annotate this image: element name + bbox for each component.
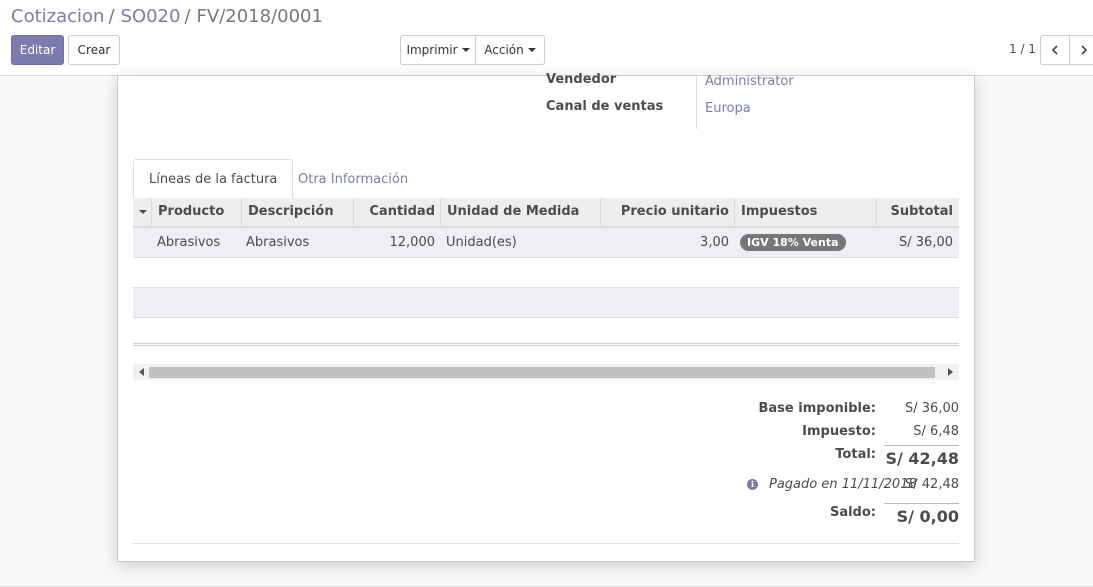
amount-due-value: S/ 0,00: [896, 507, 959, 526]
total-divider: [884, 445, 959, 446]
sales-channel-value[interactable]: Europa: [705, 101, 751, 116]
chevron-right-icon: [1081, 45, 1088, 55]
form-view: Vendedor Administrator Canal de ventas E…: [0, 72, 1093, 587]
untaxed-amount-label: Base imponible:: [758, 401, 877, 416]
sheet-bottom-divider: [133, 543, 959, 544]
table-row-empty: [133, 288, 959, 318]
untaxed-amount-value: S/ 36,00: [905, 401, 959, 416]
info-circle-icon[interactable]: i: [747, 479, 758, 490]
column-header-description[interactable]: Descripción: [241, 198, 354, 226]
sales-channel-label: Canal de ventas: [546, 99, 664, 114]
pager-value[interactable]: 1 / 1: [1009, 42, 1036, 56]
table-header: Producto Descripción Cantidad Unidad de …: [133, 198, 959, 228]
salesperson-label: Vendedor: [546, 72, 617, 87]
pager-previous-button[interactable]: [1040, 35, 1070, 65]
salesperson-value[interactable]: Administrator: [705, 74, 794, 89]
column-header-subtotal[interactable]: Subtotal: [876, 198, 959, 226]
column-header-unit-price[interactable]: Precio unitario: [600, 198, 735, 226]
column-header-uom[interactable]: Unidad de Medida: [440, 198, 601, 226]
table-horizontal-scrollbar[interactable]: [133, 364, 959, 380]
breadcrumb-item-so020[interactable]: SO020: [121, 6, 181, 27]
tab-invoice-lines[interactable]: Líneas de la factura: [133, 159, 294, 200]
cell-taxes: IGV 18% Venta: [734, 228, 877, 257]
breadcrumb-item-cotizacion[interactable]: Cotizacion: [11, 6, 104, 27]
breadcrumb: Cotizacion / SO020/FV/2018/0001: [11, 6, 323, 27]
chevron-left-icon: [1051, 45, 1058, 55]
total-value: S/ 42,48: [885, 449, 959, 468]
pager-next-button[interactable]: [1069, 35, 1093, 65]
table-footer: [133, 318, 959, 346]
total-label: Total:: [835, 447, 876, 462]
scroll-left-icon[interactable]: [139, 368, 144, 376]
create-button[interactable]: Crear: [68, 35, 120, 65]
control-panel: Cotizacion / SO020/FV/2018/0001 Editar Cre…: [0, 0, 1093, 76]
notebook-tabs: Líneas de la factura Otra Información: [133, 159, 959, 200]
breadcrumb-separator: /: [184, 6, 191, 27]
table-row-empty: [133, 258, 959, 288]
tab-label: Otra Información: [298, 171, 409, 187]
cell-product: Abrasivos: [157, 235, 221, 250]
create-button-label: Crear: [77, 43, 111, 57]
tab-other-info[interactable]: Otra Información: [283, 159, 423, 199]
edit-button[interactable]: Editar: [11, 35, 64, 65]
cell-description: Abrasivos: [246, 235, 310, 250]
caret-down-icon[interactable]: [133, 198, 153, 226]
scrollbar-thumb[interactable]: [149, 367, 935, 378]
table-row[interactable]: Abrasivos Abrasivos 12,000 Unidad(es) 3,…: [133, 228, 959, 258]
column-header-quantity[interactable]: Cantidad: [353, 198, 441, 226]
tax-amount-label: Impuesto:: [802, 424, 876, 439]
scroll-right-icon[interactable]: [948, 368, 953, 376]
cell-subtotal: S/ 36,00: [899, 235, 953, 250]
column-header-product[interactable]: Producto: [151, 198, 241, 226]
payment-amount-value: S/ 42,48: [905, 477, 959, 492]
tab-label: Líneas de la factura: [149, 172, 278, 187]
action-dropdown-button[interactable]: Acción: [475, 35, 545, 65]
cell-uom: Unidad(es): [446, 235, 517, 250]
breadcrumb-item-active: FV/2018/0001: [196, 6, 323, 27]
field-divider: [696, 76, 697, 129]
breadcrumb-separator: /: [108, 6, 115, 27]
column-header-taxes[interactable]: Impuestos: [734, 198, 877, 226]
balance-divider: [884, 503, 959, 504]
tax-badge: IGV 18% Venta: [740, 234, 846, 251]
cell-quantity: 12,000: [389, 235, 436, 250]
cell-unit-price: 3,00: [700, 235, 729, 250]
print-button-label: Imprimir: [406, 43, 458, 57]
tax-amount-value: S/ 6,48: [913, 424, 959, 439]
caret-down-icon: [527, 48, 536, 52]
edit-button-label: Editar: [19, 43, 56, 57]
amount-due-label: Saldo:: [829, 505, 876, 520]
caret-down-icon: [461, 48, 470, 52]
action-button-label: Acción: [484, 43, 524, 57]
print-dropdown-button[interactable]: Imprimir: [400, 35, 476, 65]
